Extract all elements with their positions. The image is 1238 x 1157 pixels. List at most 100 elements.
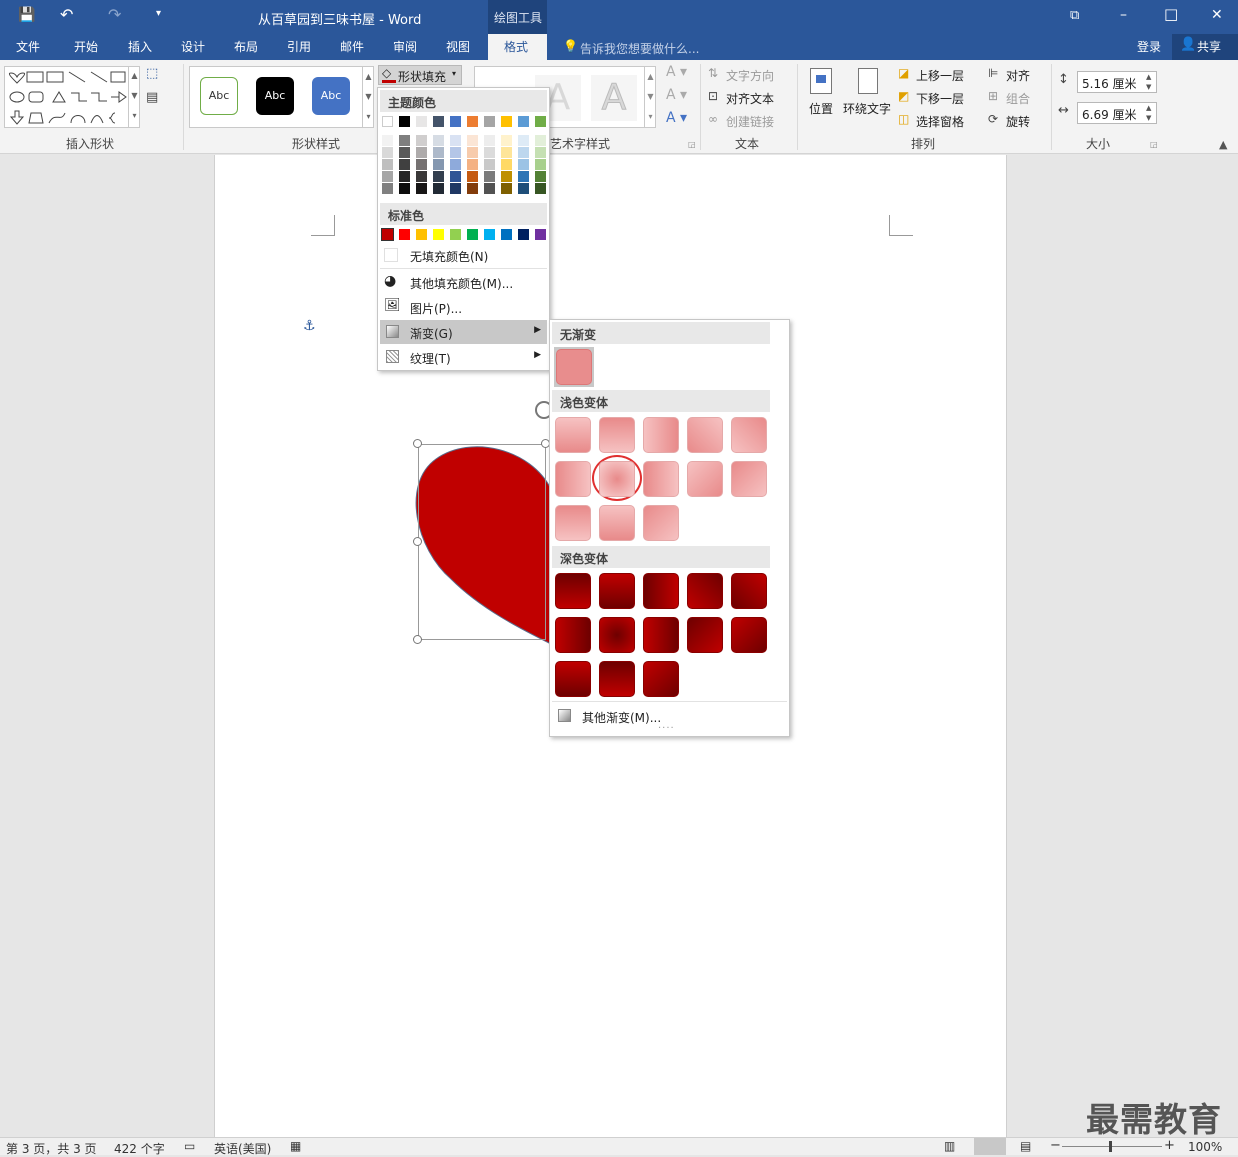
width-input[interactable]: 6.69 厘米 ▲ ▼ xyxy=(1077,102,1157,124)
theme-shade-swatch[interactable] xyxy=(399,135,410,146)
shape-fill-button[interactable]: ◇ 形状填充 ▾ xyxy=(378,65,462,85)
theme-shade-swatch[interactable] xyxy=(467,159,478,170)
theme-shade-swatch[interactable] xyxy=(501,147,512,158)
theme-shade-swatch[interactable] xyxy=(450,183,461,194)
dark-gradient-swatch[interactable] xyxy=(687,573,723,609)
text-direction-button[interactable]: 文字方向 xyxy=(726,67,774,84)
language[interactable]: 英语(美国) xyxy=(214,1140,271,1157)
standard-color-swatch[interactable] xyxy=(535,229,546,240)
dark-gradient-swatch[interactable] xyxy=(643,661,679,697)
theme-color-swatch[interactable] xyxy=(518,116,529,127)
edit-shape-icon[interactable]: ⬚ xyxy=(146,66,158,81)
theme-shade-swatch[interactable] xyxy=(518,183,529,194)
light-gradient-swatch[interactable] xyxy=(643,417,679,453)
height-input[interactable]: 5.16 厘米 ▲ ▼ xyxy=(1077,71,1157,93)
theme-shade-swatch[interactable] xyxy=(535,171,546,182)
dialog-launcher-icon[interactable]: ◲ xyxy=(688,140,696,149)
picture-fill-item[interactable]: 🖼 图片(P)... xyxy=(380,295,547,319)
text-box-icon[interactable]: ▤ xyxy=(146,90,158,105)
theme-shade-swatch[interactable] xyxy=(484,147,495,158)
rotate-button[interactable]: 旋转 xyxy=(1006,113,1030,130)
theme-shade-swatch[interactable] xyxy=(382,159,393,170)
undo-icon[interactable]: ↶ xyxy=(60,5,73,24)
theme-shade-swatch[interactable] xyxy=(535,135,546,146)
tab-format[interactable]: 格式 xyxy=(488,34,547,60)
read-mode-icon[interactable]: ▥ xyxy=(944,1139,955,1153)
tab-file[interactable]: 文件 xyxy=(16,38,40,55)
align-text-button[interactable]: 对齐文本 xyxy=(726,90,774,107)
tab-home[interactable]: 开始 xyxy=(74,38,98,55)
no-fill-item[interactable]: 无填充颜色(N) xyxy=(380,243,547,267)
light-gradient-swatch[interactable] xyxy=(643,505,679,541)
standard-color-swatch[interactable] xyxy=(484,229,495,240)
tab-view[interactable]: 视图 xyxy=(446,38,470,55)
theme-shade-swatch[interactable] xyxy=(467,147,478,158)
create-link-button[interactable]: 创建链接 xyxy=(726,113,774,130)
align-button[interactable]: 对齐 xyxy=(1006,67,1030,84)
theme-color-swatch[interactable] xyxy=(484,116,495,127)
macro-icon[interactable]: ▦ xyxy=(290,1139,301,1153)
light-gradient-swatch[interactable] xyxy=(731,417,767,453)
theme-shade-swatch[interactable] xyxy=(399,147,410,158)
proofing-icon[interactable]: ▭ xyxy=(184,1139,195,1153)
dark-gradient-swatch[interactable] xyxy=(599,661,635,697)
theme-shade-swatch[interactable] xyxy=(382,183,393,194)
standard-color-swatch[interactable] xyxy=(381,228,394,241)
theme-shade-swatch[interactable] xyxy=(484,183,495,194)
standard-color-swatch[interactable] xyxy=(518,229,529,240)
theme-shade-swatch[interactable] xyxy=(518,147,529,158)
dark-gradient-swatch[interactable] xyxy=(687,617,723,653)
minimize-button[interactable]: – xyxy=(1120,7,1127,23)
gradient-item[interactable]: 渐变(G) ▶ xyxy=(380,320,547,344)
theme-shade-swatch[interactable] xyxy=(433,159,444,170)
resize-handle[interactable] xyxy=(413,537,422,546)
group-button[interactable]: 组合 xyxy=(1006,90,1030,107)
light-gradient-swatch[interactable] xyxy=(687,417,723,453)
size-dialog-launcher-icon[interactable]: ◲ xyxy=(1150,140,1158,149)
dark-gradient-swatch[interactable] xyxy=(731,573,767,609)
resize-grip[interactable]: .... xyxy=(658,720,675,731)
shapes-gallery[interactable] xyxy=(4,66,140,128)
theme-shade-swatch[interactable] xyxy=(416,183,427,194)
theme-shade-swatch[interactable] xyxy=(467,171,478,182)
send-backward-button[interactable]: 下移一层 xyxy=(916,90,964,107)
theme-color-swatch[interactable] xyxy=(467,116,478,127)
tab-insert[interactable]: 插入 xyxy=(128,38,152,55)
standard-color-swatch[interactable] xyxy=(501,229,512,240)
wrap-text-button[interactable]: 环绕文字 xyxy=(843,100,891,117)
theme-shade-swatch[interactable] xyxy=(501,135,512,146)
theme-shade-swatch[interactable] xyxy=(518,135,529,146)
theme-shade-swatch[interactable] xyxy=(416,147,427,158)
dark-gradient-swatch[interactable] xyxy=(643,617,679,653)
web-layout-icon[interactable]: ▤ xyxy=(1020,1139,1031,1153)
standard-color-swatch[interactable] xyxy=(450,229,461,240)
theme-shade-swatch[interactable] xyxy=(501,159,512,170)
theme-shade-swatch[interactable] xyxy=(518,171,529,182)
shape-styles-gallery[interactable]: Abc Abc Abc ▲ ▼ ▾ xyxy=(189,66,374,128)
styles-scroll[interactable]: ▲ ▼ ▾ xyxy=(362,67,374,127)
dark-gradient-swatch[interactable] xyxy=(599,573,635,609)
resize-handle[interactable] xyxy=(413,635,422,644)
zoom-out-button[interactable]: − xyxy=(1050,1138,1061,1153)
page-count[interactable]: 第 3 页，共 3 页 xyxy=(6,1140,97,1157)
dark-gradient-swatch[interactable] xyxy=(731,617,767,653)
tab-references[interactable]: 引用 xyxy=(287,38,311,55)
theme-color-swatch[interactable] xyxy=(450,116,461,127)
standard-color-swatch[interactable] xyxy=(416,229,427,240)
theme-color-swatch[interactable] xyxy=(382,116,393,127)
position-button[interactable]: 位置 xyxy=(809,100,833,117)
theme-shade-swatch[interactable] xyxy=(467,135,478,146)
theme-shade-swatch[interactable] xyxy=(450,135,461,146)
word-count[interactable]: 422 个字 xyxy=(114,1140,165,1157)
close-button[interactable]: ✕ xyxy=(1211,7,1223,23)
theme-shade-swatch[interactable] xyxy=(535,147,546,158)
style-preset-black[interactable]: Abc xyxy=(256,77,294,115)
theme-color-swatch[interactable] xyxy=(416,116,427,127)
theme-shade-swatch[interactable] xyxy=(399,159,410,170)
light-gradient-swatch[interactable] xyxy=(599,461,635,497)
zoom-level[interactable]: 100% xyxy=(1188,1140,1222,1154)
theme-shade-swatch[interactable] xyxy=(382,147,393,158)
text-fill-icon[interactable]: A ▾ xyxy=(666,64,687,80)
theme-shade-swatch[interactable] xyxy=(399,183,410,194)
light-gradient-swatch[interactable] xyxy=(643,461,679,497)
